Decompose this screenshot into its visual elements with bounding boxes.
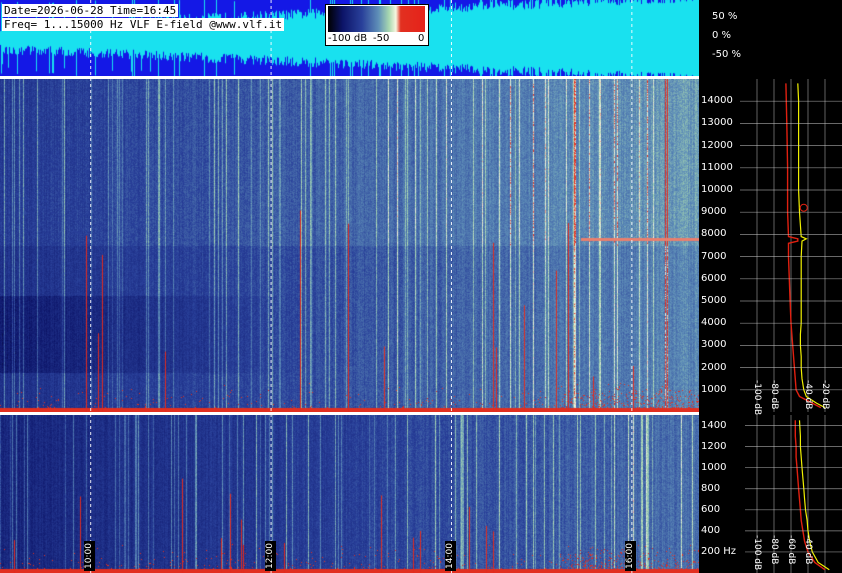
db-tick-main: -40 dB <box>803 380 813 410</box>
freq-tick-main: 2000 <box>701 361 727 373</box>
freq-tick-zoom: 1400 <box>701 419 727 431</box>
freq-tick-main: 13000 <box>701 117 733 129</box>
colorbar-gradient <box>328 6 425 32</box>
freq-tick-main: 1000 <box>701 383 727 395</box>
freq-tick-zoom: 600 <box>701 503 721 515</box>
waveform-tick: -50 % <box>712 49 742 60</box>
time-label: 14:00 <box>444 541 456 571</box>
time-label: 12:00 <box>264 541 276 571</box>
freq-tick-main: 10000 <box>701 184 733 195</box>
freq-tick-zoom: 1000 <box>701 461 727 473</box>
panel-separator-top <box>0 76 699 79</box>
freq-tick-main: 4000 <box>701 317 727 329</box>
db-tick-main: -100 dB <box>752 380 762 416</box>
db-tick-zoom: -60 dB <box>786 535 796 565</box>
freq-tick-main: 8000 <box>701 228 727 240</box>
freq-tick-zoom: 200 Hz <box>701 545 737 557</box>
freq-tick-main: 5000 <box>701 295 727 306</box>
colorbar-tick-mid: -50 <box>373 33 390 44</box>
colorbar-tick-max: 0 <box>418 33 425 44</box>
time-label: 16:00 <box>625 541 637 571</box>
date-time-header: Date=2026-06-28 Time=16:45 <box>2 4 179 17</box>
db-tick-zoom: -80 dB <box>769 535 779 565</box>
db-tick-main: -80 dB <box>769 380 779 410</box>
db-tick-main: -20 dB <box>820 380 830 410</box>
freq-tick-main: 6000 <box>701 272 727 284</box>
frequency-header: Freq= 1...15000 Hz VLF E-field @www.vlf.… <box>2 18 285 31</box>
freq-tick-main: 12000 <box>701 139 733 151</box>
colorbar-tick-min: -100 dB <box>328 33 368 44</box>
spectrum-main-series-current <box>797 83 826 409</box>
db-tick-zoom: -100 dB <box>752 535 762 571</box>
freq-tick-zoom: 400 <box>701 524 721 536</box>
spectrum-main-marker <box>799 203 808 212</box>
freq-tick-main: 11000 <box>701 161 733 173</box>
panel-separator-mid <box>0 412 699 415</box>
vlf-spectrogram-display: Date=2026-06-28 Time=16:45 Freq= 1...150… <box>0 0 842 573</box>
freq-tick-main: 7000 <box>701 250 727 262</box>
waveform-tick: 0 % <box>712 30 732 41</box>
freq-tick-main: 3000 <box>701 339 727 351</box>
freq-tick-zoom: 800 <box>701 482 721 494</box>
waveform-tick: 50 % <box>712 11 738 22</box>
db-tick-zoom: -40 dB <box>803 535 813 565</box>
freq-tick-main: 9000 <box>701 206 727 218</box>
freq-tick-zoom: 1200 <box>701 440 727 452</box>
time-label: 10:00 <box>84 541 96 571</box>
freq-tick-main: 14000 <box>701 95 733 107</box>
colorbar: -100 dB -50 0 <box>325 4 429 46</box>
